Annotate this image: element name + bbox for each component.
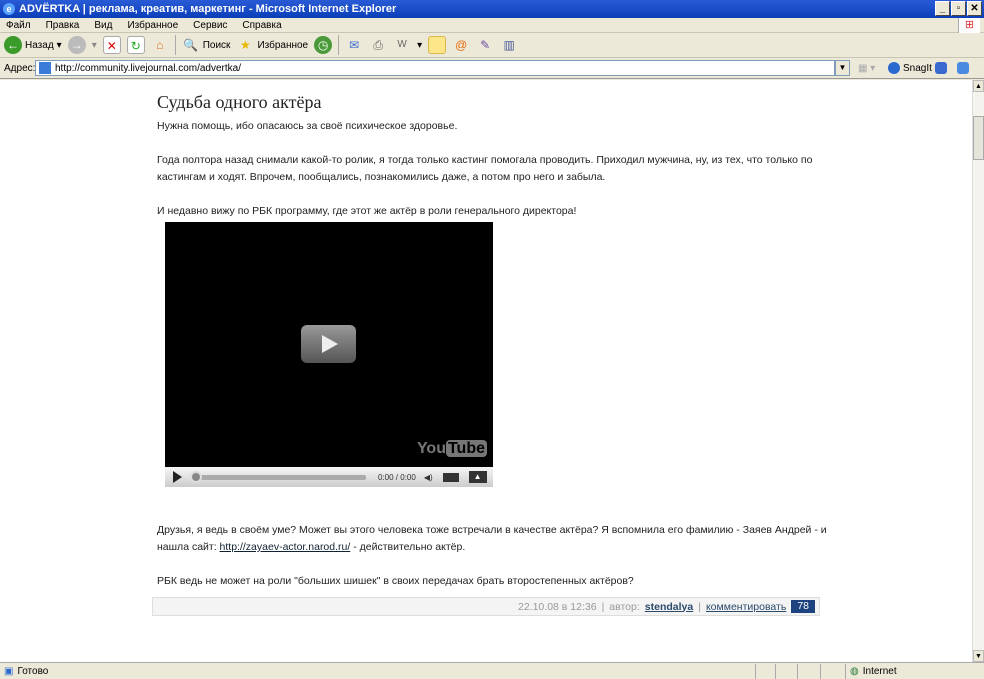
seek-bar[interactable] xyxy=(190,470,366,483)
youtube-logo: You Tube xyxy=(416,440,487,457)
stop-icon[interactable]: ✕ xyxy=(102,36,121,54)
snagit-capture-icon[interactable] xyxy=(935,62,947,74)
post-date: 22.10.08 в 12:36 xyxy=(518,600,597,613)
snagit-edit-icon[interactable] xyxy=(957,62,969,74)
address-url: http://community.livejournal.com/advertk… xyxy=(55,62,242,74)
search-icon: 🔍 xyxy=(183,38,199,52)
search-button[interactable]: 🔍 Поиск xyxy=(182,36,231,54)
windows-logo-icon: ⊞ xyxy=(958,18,980,33)
word-icon[interactable]: W xyxy=(393,36,411,54)
refresh-icon[interactable]: ↻ xyxy=(126,36,145,54)
print-icon[interactable]: ⎙ xyxy=(369,36,387,54)
menu-help[interactable]: Справка xyxy=(242,20,281,31)
address-input[interactable]: http://community.livejournal.com/advertk… xyxy=(35,60,835,76)
scroll-thumb[interactable] xyxy=(973,116,984,160)
address-bar: Адрес: http://community.livejournal.com/… xyxy=(0,58,984,79)
post-paragraph: Друзья, я ведь в своём уме? Может вы это… xyxy=(157,524,827,553)
ie-icon: e xyxy=(3,3,15,15)
status-bar: ▣ Готово ◍ Internet xyxy=(0,662,984,679)
research-icon[interactable]: ▥ xyxy=(500,36,518,54)
comment-link[interactable]: комментировать xyxy=(706,601,786,613)
at-icon[interactable]: @ xyxy=(452,36,470,54)
fullscreen-icon[interactable]: ▲ xyxy=(468,471,487,483)
scroll-up-button[interactable]: ▲ xyxy=(973,80,984,92)
history-icon[interactable]: ◷ xyxy=(314,36,333,54)
status-text: Готово xyxy=(17,665,49,677)
author-label: автор: xyxy=(609,600,640,613)
close-button[interactable]: ✕ xyxy=(967,1,982,16)
page-icon xyxy=(39,62,51,74)
menu-tools[interactable]: Сервис xyxy=(193,20,227,31)
zone-indicator: ◍ Internet xyxy=(850,665,897,677)
star-icon: ★ xyxy=(240,38,251,52)
vertical-scrollbar[interactable]: ▲ ▼ xyxy=(972,80,984,662)
title-bar: e ADVЁRTKA | реклама, креатив, маркетинг… xyxy=(0,0,984,18)
seek-knob[interactable] xyxy=(190,470,202,483)
post-paragraph: И недавно вижу по РБК программу, где это… xyxy=(157,205,577,217)
back-button[interactable]: ← Назад ▾ xyxy=(4,36,62,54)
page-content: Судьба одного актёра Нужна помощь, ибо о… xyxy=(0,80,972,662)
note-icon[interactable] xyxy=(428,36,447,54)
back-label: Назад xyxy=(25,39,54,51)
favorites-label: Избранное xyxy=(257,39,309,51)
menu-view[interactable]: Вид xyxy=(94,20,112,31)
comment-count[interactable]: 78 xyxy=(791,600,815,613)
window-title: ADVЁRTKA | реклама, креатив, маркетинг -… xyxy=(19,3,397,15)
author-link[interactable]: stendalya xyxy=(645,601,693,613)
screen-size-icon[interactable] xyxy=(442,472,459,482)
snagit-button[interactable]: SnagIt xyxy=(888,62,932,74)
post-paragraph: РБК ведь не может на роли "больших шишек… xyxy=(157,575,634,587)
actor-site-link[interactable]: http://zayaev-actor.narod.ru/ xyxy=(220,541,351,553)
back-arrow-icon: ← xyxy=(4,36,22,54)
search-label: Поиск xyxy=(202,39,231,51)
post-paragraph: Нужна помощь, ибо опасаюсь за своё психи… xyxy=(157,120,458,132)
favorites-button[interactable]: ★ Избранное xyxy=(236,36,308,54)
youtube-player[interactable]: You Tube 0:00 / 0:00 ◀) ▲ xyxy=(165,222,493,487)
forward-icon[interactable]: → xyxy=(67,36,86,54)
menu-favorites[interactable]: Избранное xyxy=(127,20,178,31)
separator xyxy=(338,35,340,55)
post-paragraph: Года полтора назад снимали какой-то роли… xyxy=(157,154,813,183)
mail-icon[interactable]: ✉ xyxy=(345,36,363,54)
address-dropdown[interactable]: ▼ xyxy=(835,60,850,76)
play-button[interactable] xyxy=(173,471,182,483)
snagit-label: SnagIt xyxy=(903,62,932,74)
post-footer: 22.10.08 в 12:36 | автор: stendalya | ко… xyxy=(152,597,820,616)
play-large-button[interactable] xyxy=(301,325,356,363)
go-icon[interactable]: ▦ ▾ xyxy=(858,63,875,74)
player-controls: 0:00 / 0:00 ◀) ▲ xyxy=(165,467,493,487)
messenger-icon[interactable]: ✎ xyxy=(476,36,494,54)
page-status-icon: ▣ xyxy=(4,665,14,677)
snagit-icon xyxy=(888,62,900,74)
menu-file[interactable]: Файл xyxy=(6,20,31,31)
separator xyxy=(174,35,176,55)
volume-icon[interactable]: ◀) xyxy=(424,473,433,482)
address-label: Адрес: xyxy=(4,62,36,74)
minimize-button[interactable]: _ xyxy=(935,1,950,16)
post-title: Судьба одного актёра xyxy=(157,92,322,112)
scroll-down-button[interactable]: ▼ xyxy=(973,650,984,662)
menu-bar: Файл Правка Вид Избранное Сервис Справка xyxy=(0,18,984,33)
globe-icon: ◍ xyxy=(850,665,859,677)
maximize-button[interactable]: ▫ xyxy=(951,1,966,16)
toolbar: ← Назад ▾ → ▾ ✕ ↻ ⌂ 🔍 Поиск ★ Избранное ◷ ✉ … xyxy=(0,33,984,58)
time-display: 0:00 / 0:00 xyxy=(378,472,416,482)
menu-edit[interactable]: Правка xyxy=(46,20,80,31)
home-icon[interactable]: ⌂ xyxy=(151,36,169,54)
